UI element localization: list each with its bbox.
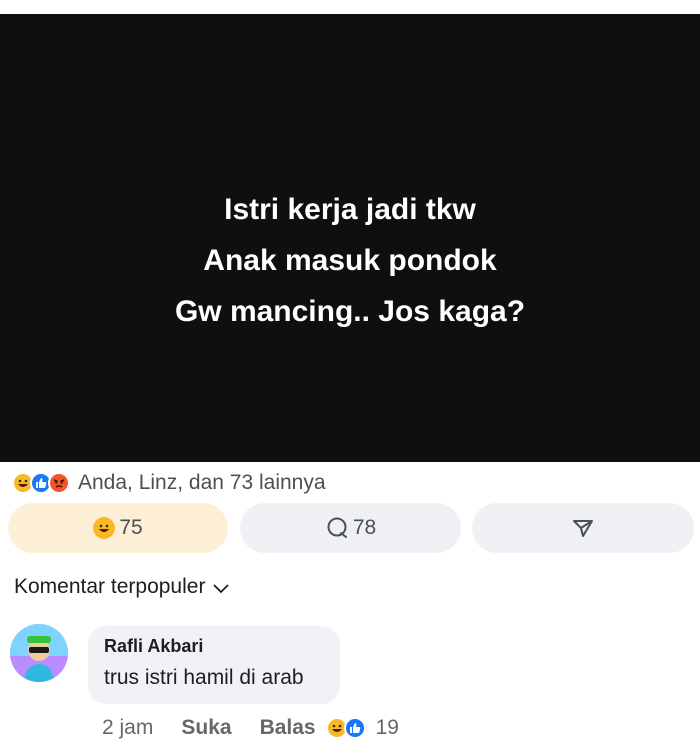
chevron-down-icon — [213, 576, 230, 600]
comment-reaction-count: 19 — [375, 716, 399, 739]
caption-line-2: Anak masuk pondok — [203, 244, 497, 277]
reaction-icons — [12, 472, 70, 494]
sort-label: Komentar terpopuler — [14, 575, 206, 598]
comment-icon — [325, 516, 349, 540]
reactions-summary[interactable]: Anda, Linz, dan 73 lainnya — [12, 468, 326, 498]
comment-bubble[interactable]: Rafli Akbari trus istri hamil di arab — [88, 626, 340, 704]
react-button[interactable]: 75 — [8, 503, 228, 553]
share-icon — [571, 516, 595, 540]
share-button[interactable] — [472, 503, 694, 553]
comment-time: 2 jam — [102, 716, 154, 739]
comment-count: 78 — [352, 516, 377, 539]
comment-meta: 2 jam Suka Balas 19 — [102, 714, 399, 742]
avatar[interactable] — [10, 624, 68, 682]
caption-line-3: Gw mancing.. Jos kaga? — [174, 295, 526, 328]
reply-button[interactable]: Balas — [260, 716, 316, 740]
post-caption: Istri kerja jadi tkw Anak masuk pondok G… — [0, 184, 700, 337]
comment-button[interactable]: 78 — [240, 503, 461, 553]
post-view: Istri kerja jadi tkw Anak masuk pondok G… — [0, 0, 700, 743]
like-icon — [343, 717, 366, 739]
caption-line-1: Istri kerja jadi tkw — [224, 193, 476, 226]
comment-text: trus istri hamil di arab — [104, 666, 304, 689]
haha-icon — [93, 517, 116, 539]
react-count: 75 — [119, 516, 143, 539]
comment-author[interactable]: Rafli Akbari — [104, 636, 203, 657]
comment-sort-dropdown[interactable]: Komentar terpopuler — [14, 572, 230, 602]
reaction-summary-text: Anda, Linz, dan 73 lainnya — [78, 471, 326, 494]
angry-icon — [48, 472, 70, 494]
like-button[interactable]: Suka — [181, 716, 231, 740]
comment-reaction-icons[interactable] — [325, 717, 366, 739]
action-bar: 75 78 — [8, 503, 694, 553]
post-image[interactable]: Istri kerja jadi tkw Anak masuk pondok G… — [0, 14, 700, 462]
